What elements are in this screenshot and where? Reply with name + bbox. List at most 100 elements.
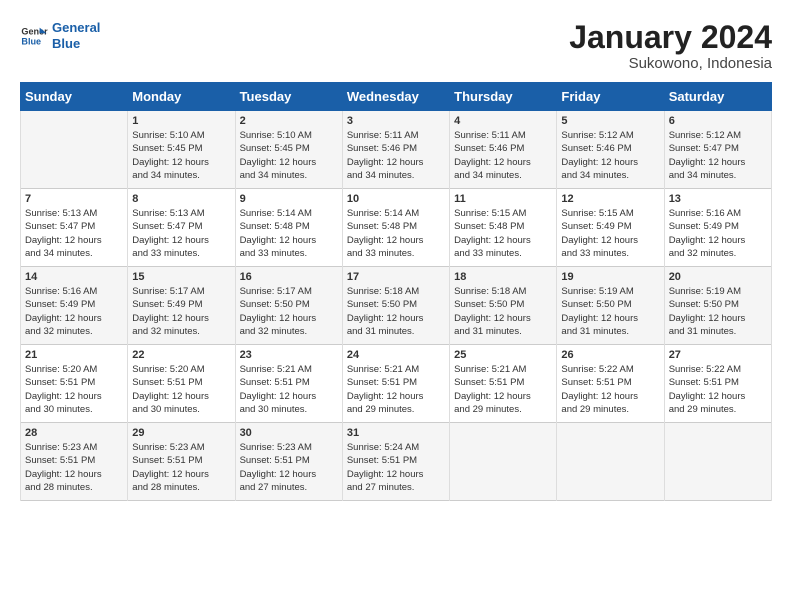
day-info: Sunrise: 5:11 AMSunset: 5:46 PMDaylight:…: [454, 129, 552, 182]
day-info: Sunrise: 5:11 AMSunset: 5:46 PMDaylight:…: [347, 129, 445, 182]
table-row: 22 Sunrise: 5:20 AMSunset: 5:51 PMDayligh…: [128, 345, 235, 423]
day-number: 13: [669, 193, 767, 205]
col-friday: Friday: [557, 83, 664, 111]
subtitle: Sukowono, Indonesia: [569, 55, 772, 72]
table-row: 7 Sunrise: 5:13 AMSunset: 5:47 PMDaylight…: [21, 189, 128, 267]
table-row: 18Sunrise: 5:18 AMSunset: 5:50 PMDayligh…: [450, 267, 557, 345]
table-row: 17 Sunrise: 5:18 AMSunset: 5:50 PMDayligh…: [342, 267, 449, 345]
table-row: 31 Sunrise: 5:24 AMSunset: 5:51 PMDayligh…: [342, 423, 449, 501]
day-number: 12: [561, 193, 659, 205]
table-row: 12 Sunrise: 5:15 AMSunset: 5:49 PMDayligh…: [557, 189, 664, 267]
col-sunday: Sunday: [21, 83, 128, 111]
table-row: 28Sunrise: 5:23 AMSunset: 5:51 PMDayligh…: [21, 423, 128, 501]
table-row: 14 Sunrise: 5:16 AMSunset: 5:49 PMDayligh…: [21, 267, 128, 345]
month-title: January 2024: [569, 20, 772, 55]
day-number: 2: [240, 115, 338, 127]
day-number: 1: [132, 115, 230, 127]
col-monday: Monday: [128, 83, 235, 111]
col-saturday: Saturday: [664, 83, 771, 111]
day-number: 9: [240, 193, 338, 205]
calendar-week-row: 1 Sunrise: 5:10 AMSunset: 5:45 PMDaylight…: [21, 111, 772, 189]
day-info: Sunrise: 5:10 AMSunset: 5:45 PMDaylight:…: [240, 129, 338, 182]
col-wednesday: Wednesday: [342, 83, 449, 111]
table-row: 23 Sunrise: 5:21 AMSunset: 5:51 PMDayligh…: [235, 345, 342, 423]
day-info: Sunrise: 5:24 AMSunset: 5:51 PMDaylight:…: [347, 441, 445, 494]
table-row: 9 Sunrise: 5:14 AMSunset: 5:48 PMDaylight…: [235, 189, 342, 267]
header: General Blue General Blue January 2024 S…: [20, 20, 772, 72]
day-info: Sunrise: 5:17 AMSunset: 5:49 PMDaylight:…: [132, 285, 230, 338]
logo-icon: General Blue: [20, 22, 48, 50]
day-number: 7: [25, 193, 123, 205]
day-info: Sunrise: 5:20 AMSunset: 5:51 PMDaylight:…: [132, 363, 230, 416]
day-number: 23: [240, 349, 338, 361]
day-info: Sunrise: 5:15 AMSunset: 5:49 PMDaylight:…: [561, 207, 659, 260]
day-info: Sunrise: 5:16 AMSunset: 5:49 PMDaylight:…: [669, 207, 767, 260]
table-row: 3 Sunrise: 5:11 AMSunset: 5:46 PMDaylight…: [342, 111, 449, 189]
day-number: 11: [454, 193, 552, 205]
col-tuesday: Tuesday: [235, 83, 342, 111]
day-info: Sunrise: 5:10 AMSunset: 5:45 PMDaylight:…: [132, 129, 230, 182]
day-info: Sunrise: 5:14 AMSunset: 5:48 PMDaylight:…: [347, 207, 445, 260]
table-row: [557, 423, 664, 501]
day-info: Sunrise: 5:16 AMSunset: 5:49 PMDaylight:…: [25, 285, 123, 338]
day-number: 30: [240, 427, 338, 439]
table-row: 29 Sunrise: 5:23 AMSunset: 5:51 PMDayligh…: [128, 423, 235, 501]
day-number: 26: [561, 349, 659, 361]
table-row: [450, 423, 557, 501]
day-number: 15: [132, 271, 230, 283]
day-number: 8: [132, 193, 230, 205]
table-row: 21Sunrise: 5:20 AMSunset: 5:51 PMDayligh…: [21, 345, 128, 423]
page-container: General Blue General Blue January 2024 S…: [0, 0, 792, 511]
day-info: Sunrise: 5:20 AMSunset: 5:51 PMDaylight:…: [25, 363, 123, 416]
table-row: 4 Sunrise: 5:11 AMSunset: 5:46 PMDaylight…: [450, 111, 557, 189]
day-info: Sunrise: 5:14 AMSunset: 5:48 PMDaylight:…: [240, 207, 338, 260]
day-info: Sunrise: 5:21 AMSunset: 5:51 PMDaylight:…: [347, 363, 445, 416]
header-row: Sunday Monday Tuesday Wednesday Thursday…: [21, 83, 772, 111]
calendar-week-row: 28Sunrise: 5:23 AMSunset: 5:51 PMDayligh…: [21, 423, 772, 501]
day-info: Sunrise: 5:12 AMSunset: 5:46 PMDaylight:…: [561, 129, 659, 182]
table-row: 2 Sunrise: 5:10 AMSunset: 5:45 PMDaylight…: [235, 111, 342, 189]
table-row: 1 Sunrise: 5:10 AMSunset: 5:45 PMDaylight…: [128, 111, 235, 189]
table-row: 5 Sunrise: 5:12 AMSunset: 5:46 PMDaylight…: [557, 111, 664, 189]
day-info: Sunrise: 5:13 AMSunset: 5:47 PMDaylight:…: [25, 207, 123, 260]
day-info: Sunrise: 5:13 AMSunset: 5:47 PMDaylight:…: [132, 207, 230, 260]
table-row: 10Sunrise: 5:14 AMSunset: 5:48 PMDayligh…: [342, 189, 449, 267]
day-info: Sunrise: 5:22 AMSunset: 5:51 PMDaylight:…: [561, 363, 659, 416]
day-info: Sunrise: 5:23 AMSunset: 5:51 PMDaylight:…: [132, 441, 230, 494]
day-info: Sunrise: 5:22 AMSunset: 5:51 PMDaylight:…: [669, 363, 767, 416]
day-info: Sunrise: 5:19 AMSunset: 5:50 PMDaylight:…: [561, 285, 659, 338]
day-number: 5: [561, 115, 659, 127]
table-row: 20Sunrise: 5:19 AMSunset: 5:50 PMDayligh…: [664, 267, 771, 345]
table-row: 27 Sunrise: 5:22 AMSunset: 5:51 PMDayligh…: [664, 345, 771, 423]
day-number: 29: [132, 427, 230, 439]
logo-text: General Blue: [52, 20, 100, 51]
day-number: 22: [132, 349, 230, 361]
day-number: 24: [347, 349, 445, 361]
day-info: Sunrise: 5:15 AMSunset: 5:48 PMDaylight:…: [454, 207, 552, 260]
calendar-week-row: 14 Sunrise: 5:16 AMSunset: 5:49 PMDayligh…: [21, 267, 772, 345]
table-row: [664, 423, 771, 501]
title-block: January 2024 Sukowono, Indonesia: [569, 20, 772, 72]
day-info: Sunrise: 5:23 AMSunset: 5:51 PMDaylight:…: [25, 441, 123, 494]
day-info: Sunrise: 5:12 AMSunset: 5:47 PMDaylight:…: [669, 129, 767, 182]
table-row: 15 Sunrise: 5:17 AMSunset: 5:49 PMDayligh…: [128, 267, 235, 345]
day-number: 31: [347, 427, 445, 439]
table-row: 6Sunrise: 5:12 AMSunset: 5:47 PMDaylight…: [664, 111, 771, 189]
table-row: 25 Sunrise: 5:21 AMSunset: 5:51 PMDayligh…: [450, 345, 557, 423]
table-row: 16Sunrise: 5:17 AMSunset: 5:50 PMDayligh…: [235, 267, 342, 345]
day-info: Sunrise: 5:18 AMSunset: 5:50 PMDaylight:…: [347, 285, 445, 338]
day-number: 14: [25, 271, 123, 283]
day-info: Sunrise: 5:18 AMSunset: 5:50 PMDaylight:…: [454, 285, 552, 338]
logo-line2: Blue: [52, 36, 80, 51]
day-number: 25: [454, 349, 552, 361]
day-number: 17: [347, 271, 445, 283]
day-info: Sunrise: 5:21 AMSunset: 5:51 PMDaylight:…: [240, 363, 338, 416]
calendar-week-row: 21Sunrise: 5:20 AMSunset: 5:51 PMDayligh…: [21, 345, 772, 423]
day-info: Sunrise: 5:21 AMSunset: 5:51 PMDaylight:…: [454, 363, 552, 416]
day-number: 4: [454, 115, 552, 127]
day-number: 20: [669, 271, 767, 283]
day-number: 27: [669, 349, 767, 361]
day-number: 19: [561, 271, 659, 283]
svg-text:Blue: Blue: [21, 36, 41, 46]
day-number: 3: [347, 115, 445, 127]
